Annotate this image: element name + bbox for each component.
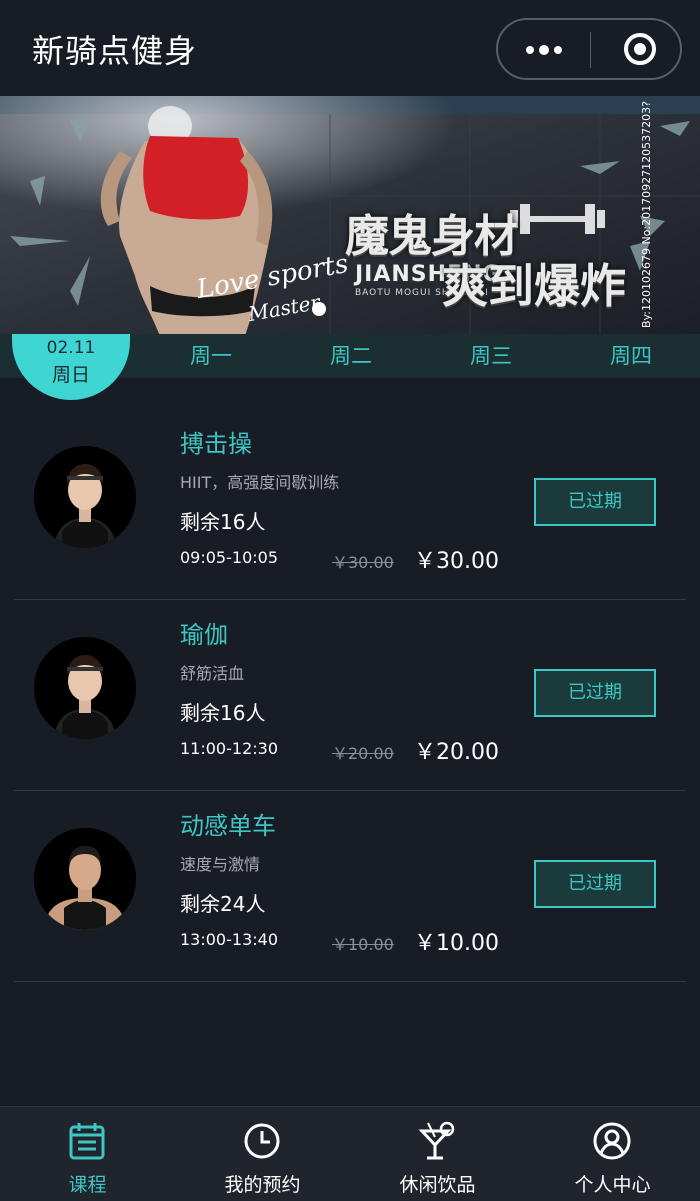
expired-button[interactable]: 已过期	[534, 860, 656, 908]
app-title: 新骑点健身	[32, 32, 198, 70]
nav-label: 课程	[68, 1174, 107, 1196]
banner-headline-2: 爽到爆炸	[442, 259, 626, 313]
banner-indicator-dot	[312, 302, 326, 316]
course-description: 速度与激情	[180, 855, 261, 874]
course-title: 搏击操	[180, 430, 252, 458]
clock-icon	[244, 1123, 280, 1159]
course-time: 13:00-13:40	[180, 930, 278, 949]
course-item[interactable]: 瑜伽 舒筋活血 剩余16人 11:00-12:30 ￥20.00 ￥20.00 …	[14, 599, 686, 791]
coach-avatar	[34, 637, 136, 739]
nav-label: 个人中心	[574, 1174, 651, 1196]
course-price: ￥20.00	[414, 740, 499, 765]
course-price: ￥30.00	[414, 549, 499, 574]
course-item[interactable]: 动感单车 速度与激情 剩余24人 13:00-13:40 ￥10.00 ￥10.…	[14, 790, 686, 982]
active-day-weekday: 周日	[51, 364, 90, 386]
course-title: 瑜伽	[180, 621, 228, 649]
capsule-divider	[590, 32, 591, 68]
banner-side-text: By:120102679 No:20170927120537203?	[640, 101, 653, 328]
course-remaining: 剩余16人	[180, 510, 266, 534]
day-tab-active[interactable]: 02.11 周日	[12, 334, 130, 400]
nav-item-my-bookings[interactable]: 我的预约	[175, 1107, 350, 1201]
nav-item-drinks[interactable]: 休闲饮品	[350, 1107, 525, 1201]
miniprogram-capsule	[496, 18, 682, 80]
nav-item-profile[interactable]: 个人中心	[525, 1107, 700, 1201]
nav-item-courses[interactable]: 课程	[0, 1107, 175, 1201]
course-original-price: ￥30.00	[332, 553, 394, 572]
close-target-icon[interactable]	[622, 31, 658, 67]
promo-banner[interactable]: 魔鬼身材 JIANSHENG BAOTU MOGUI SHENSCAI 爽到爆炸…	[0, 96, 700, 336]
calendar-icon	[69, 1123, 105, 1160]
coach-avatar	[34, 828, 136, 930]
more-icon[interactable]	[522, 40, 566, 60]
cocktail-icon	[418, 1121, 455, 1160]
course-remaining: 剩余24人	[180, 892, 266, 916]
nav-label: 我的预约	[224, 1174, 301, 1196]
day-tab-thu[interactable]: 周四	[586, 340, 676, 370]
course-time: 09:05-10:05	[180, 548, 278, 567]
expired-button[interactable]: 已过期	[534, 669, 656, 717]
course-original-price: ￥20.00	[332, 744, 394, 763]
course-original-price: ￥10.00	[332, 935, 394, 954]
course-remaining: 剩余16人	[180, 701, 266, 725]
course-item[interactable]: 搏击操 HIIT，高强度间歇训练 剩余16人 09:05-10:05 ￥30.0…	[14, 408, 686, 600]
course-description: HIIT，高强度间歇训练	[180, 473, 340, 492]
course-title: 动感单车	[180, 812, 276, 840]
course-description: 舒筋活血	[180, 664, 245, 683]
bottom-nav: 课程 我的预约 休闲饮品 个人中心	[0, 1106, 700, 1201]
day-tab-wed[interactable]: 周三	[446, 340, 536, 370]
nav-label: 休闲饮品	[399, 1174, 476, 1196]
course-price: ￥10.00	[414, 931, 499, 956]
top-bar: 新骑点健身	[0, 0, 700, 96]
course-time: 11:00-12:30	[180, 739, 278, 758]
coach-avatar	[34, 446, 136, 548]
day-tab-mon[interactable]: 周一	[166, 340, 256, 370]
active-day-date: 02.11	[46, 338, 96, 358]
user-icon	[593, 1122, 631, 1160]
expired-button[interactable]: 已过期	[534, 478, 656, 526]
day-tab-tue[interactable]: 周二	[306, 340, 396, 370]
